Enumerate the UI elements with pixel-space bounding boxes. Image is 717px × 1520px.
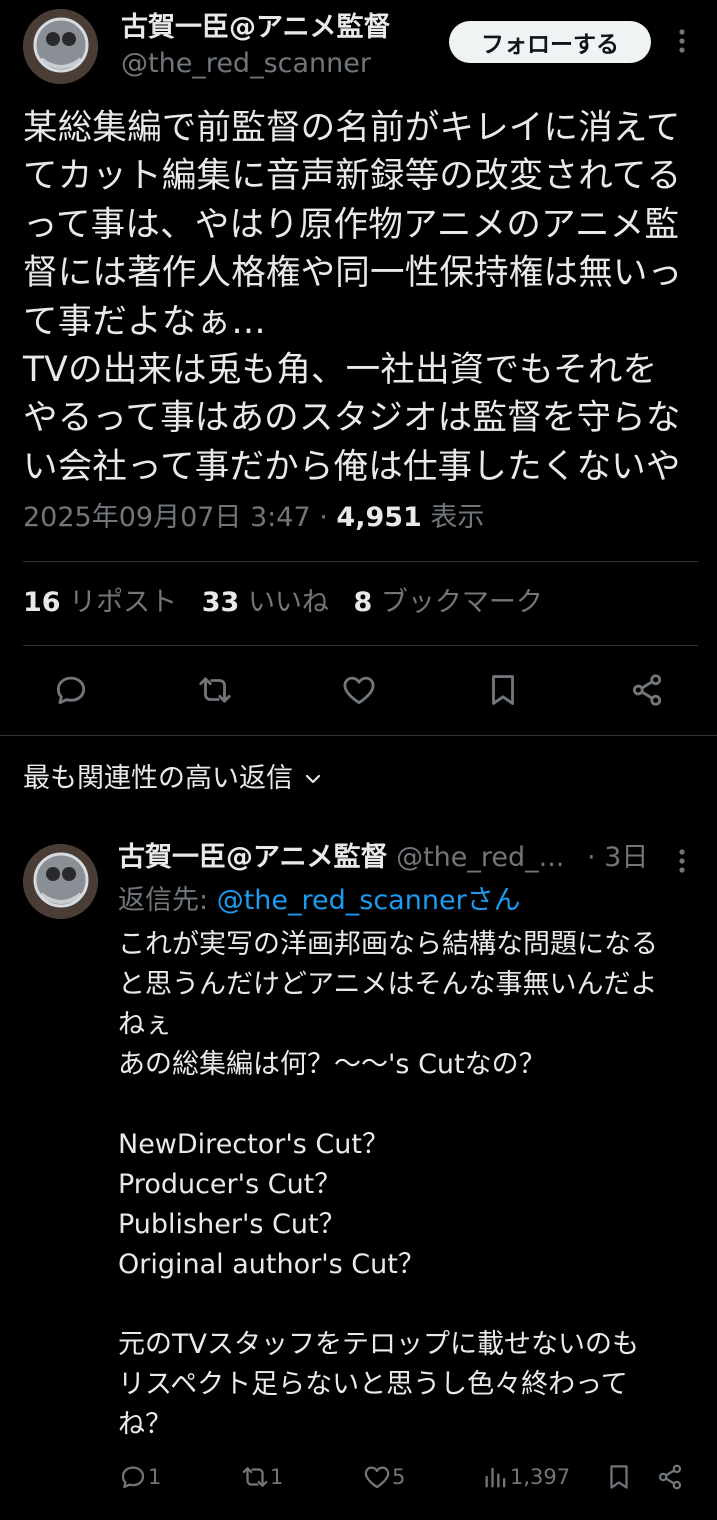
reply-count: 1 bbox=[148, 1465, 162, 1489]
repost-icon bbox=[240, 1462, 270, 1492]
chevron-down-icon bbox=[303, 769, 323, 789]
reply-action-repost[interactable]: 1 bbox=[240, 1462, 283, 1492]
author-display-name[interactable]: 古賀一臣@アニメ監督 bbox=[121, 10, 390, 46]
meta-separator: · bbox=[319, 502, 328, 533]
bookmark-icon[interactable] bbox=[604, 1462, 634, 1492]
stats-row: 16 リポスト 33 いいね 8 ブックマーク bbox=[23, 585, 543, 621]
reply-header: 古賀一臣@アニメ監督 @the_red_... · 3日 bbox=[118, 840, 648, 876]
author-avatar[interactable] bbox=[23, 9, 98, 84]
divider bbox=[23, 561, 698, 562]
more-icon[interactable] bbox=[671, 846, 693, 876]
likes-label: いいね bbox=[247, 587, 329, 618]
bookmarks-label: ブックマーク bbox=[380, 587, 543, 618]
replies-sort-dropdown[interactable]: 最も関連性の高い返信 bbox=[23, 761, 323, 797]
follow-button[interactable]: フォローする bbox=[449, 21, 651, 63]
like-icon bbox=[362, 1462, 392, 1492]
reply-action-views[interactable]: 1,397 bbox=[482, 1462, 570, 1492]
views-icon bbox=[482, 1462, 510, 1492]
bookmark-icon[interactable] bbox=[484, 671, 522, 709]
repost-count: 1 bbox=[270, 1465, 284, 1489]
more-icon[interactable] bbox=[671, 26, 693, 56]
repost-icon[interactable] bbox=[196, 671, 234, 709]
reply-action-like[interactable]: 5 bbox=[362, 1462, 405, 1492]
reply-to-line: 返信先: @the_red_scannerさん bbox=[118, 883, 521, 919]
tweet-meta: 2025年09月07日 3:47 · 4,951 表示 bbox=[23, 500, 484, 536]
reply-icon[interactable] bbox=[52, 671, 90, 709]
views-label: 表示 bbox=[430, 502, 485, 533]
share-icon[interactable] bbox=[628, 671, 666, 709]
reply-to-prefix: 返信先: bbox=[118, 885, 209, 916]
bookmarks-stat[interactable]: 8 ブックマーク bbox=[354, 587, 543, 618]
view-count: 1,397 bbox=[510, 1465, 571, 1489]
section-divider bbox=[0, 735, 717, 736]
reposts-count: 16 bbox=[23, 587, 61, 618]
like-icon[interactable] bbox=[340, 671, 378, 709]
reply-text: これが実写の洋画邦画なら結構な問題になる と思うんだけどアニメはそんな事無いんだ… bbox=[118, 929, 658, 1440]
reply-display-name[interactable]: 古賀一臣@アニメ監督 bbox=[118, 842, 387, 873]
reply-avatar[interactable] bbox=[23, 844, 98, 919]
likes-stat[interactable]: 33 いいね bbox=[202, 587, 338, 618]
likes-count: 33 bbox=[201, 587, 240, 618]
reply-handle[interactable]: @the_red_... bbox=[396, 842, 564, 873]
share-icon[interactable] bbox=[655, 1462, 685, 1492]
like-count: 5 bbox=[392, 1465, 406, 1489]
replies-sort-label: 最も関連性の高い返信 bbox=[23, 763, 293, 794]
divider bbox=[23, 645, 698, 646]
tweet-text: 某総集編で前監督の名前がキレイに消えて てカット編集に音声新録等の改変されてる … bbox=[23, 108, 683, 487]
reposts-label: リポスト bbox=[69, 587, 178, 618]
bookmarks-count: 8 bbox=[353, 587, 373, 618]
reply-to-handle[interactable]: @the_red_scanner bbox=[217, 885, 467, 916]
tweet-timestamp[interactable]: 2025年09月07日 3:47 bbox=[23, 502, 311, 533]
author-handle[interactable]: @the_red_scanner bbox=[121, 46, 371, 82]
reply-to-suffix: さん bbox=[466, 885, 521, 916]
reposts-stat[interactable]: 16 リポスト bbox=[23, 587, 186, 618]
reply-time[interactable]: · 3日 bbox=[587, 842, 648, 873]
views-count: 4,951 bbox=[336, 502, 422, 533]
reply-icon bbox=[118, 1462, 148, 1492]
reply-action-reply[interactable]: 1 bbox=[118, 1462, 161, 1492]
